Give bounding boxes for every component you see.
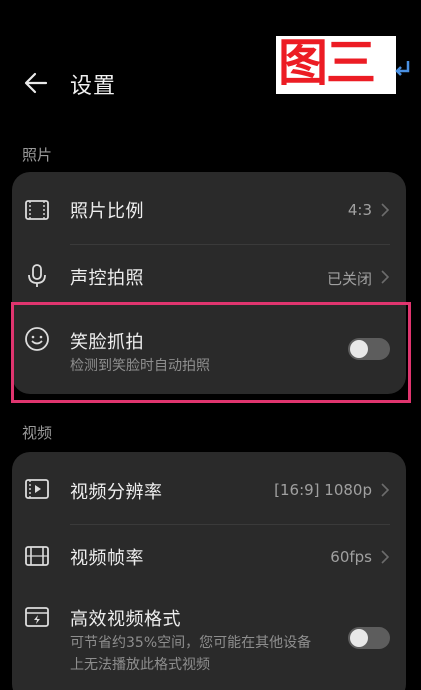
- setting-row-efficient-format[interactable]: 高效视频格式 可节省约35%空间，您可能在其他设备上无法播放此格式视频: [12, 588, 406, 688]
- setting-row-voice-shot[interactable]: 声控拍照 已关闭: [12, 244, 406, 308]
- microphone-icon: [28, 264, 46, 287]
- setting-description: 可节省约35%空间，您可能在其他设备上无法播放此格式视频: [70, 635, 312, 673]
- toggle-knob: [350, 629, 368, 647]
- setting-value: [16:9] 1080p: [274, 481, 372, 499]
- video-format-icon: [25, 607, 49, 627]
- setting-row-frame-rate[interactable]: 视频帧率 60fps: [12, 524, 406, 588]
- chevron-right-icon: [381, 270, 390, 284]
- setting-label: 高效视频格式: [70, 609, 181, 630]
- section-label-photo: 照片: [22, 146, 53, 164]
- setting-label: 视频分辨率: [70, 482, 163, 503]
- setting-row-aspect-ratio[interactable]: 照片比例 4:3: [12, 172, 406, 244]
- setting-value: 已关闭: [326, 270, 372, 288]
- efficient-format-toggle[interactable]: [348, 627, 390, 649]
- setting-label: 照片比例: [70, 201, 144, 222]
- setting-value: 60fps: [330, 548, 372, 566]
- frame-icon: [25, 200, 49, 220]
- toggle-knob: [350, 340, 368, 358]
- smile-icon: [25, 327, 49, 351]
- film-strip-icon: [25, 546, 49, 566]
- smile-capture-toggle[interactable]: [348, 338, 390, 360]
- setting-row-resolution[interactable]: 视频分辨率 [16:9] 1080p: [12, 452, 406, 524]
- setting-value: 4:3: [347, 201, 372, 219]
- video-resolution-icon: [25, 479, 49, 499]
- back-button[interactable]: [18, 65, 54, 101]
- arrow-left-icon: [24, 72, 48, 94]
- setting-label: 声控拍照: [70, 268, 144, 289]
- photo-settings-card: 照片比例 4:3 声控拍照 已关闭 笑脸抓拍 检测到笑脸时自动拍照: [12, 172, 406, 394]
- video-settings-card: 视频分辨率 [16:9] 1080p 视频帧率 60fps 高效视频格式 可节省…: [12, 452, 406, 690]
- section-label-video: 视频: [22, 424, 53, 442]
- setting-label: 笑脸抓拍: [70, 332, 144, 353]
- chevron-right-icon: [381, 550, 390, 564]
- setting-row-smile-capture[interactable]: 笑脸抓拍 检测到笑脸时自动拍照: [12, 308, 406, 394]
- setting-label: 视频帧率: [70, 548, 144, 569]
- chevron-right-icon: [381, 203, 390, 217]
- page-title: 设置: [70, 74, 117, 99]
- chevron-right-icon: [381, 483, 390, 497]
- setting-description: 检测到笑脸时自动拍照: [70, 358, 210, 374]
- settings-screen: 图三 设置 照片 照片比例 4:3 声控拍照 已关闭 笑脸抓拍 检测到笑脸时自动…: [0, 0, 421, 690]
- header-bar: 设置: [0, 55, 421, 111]
